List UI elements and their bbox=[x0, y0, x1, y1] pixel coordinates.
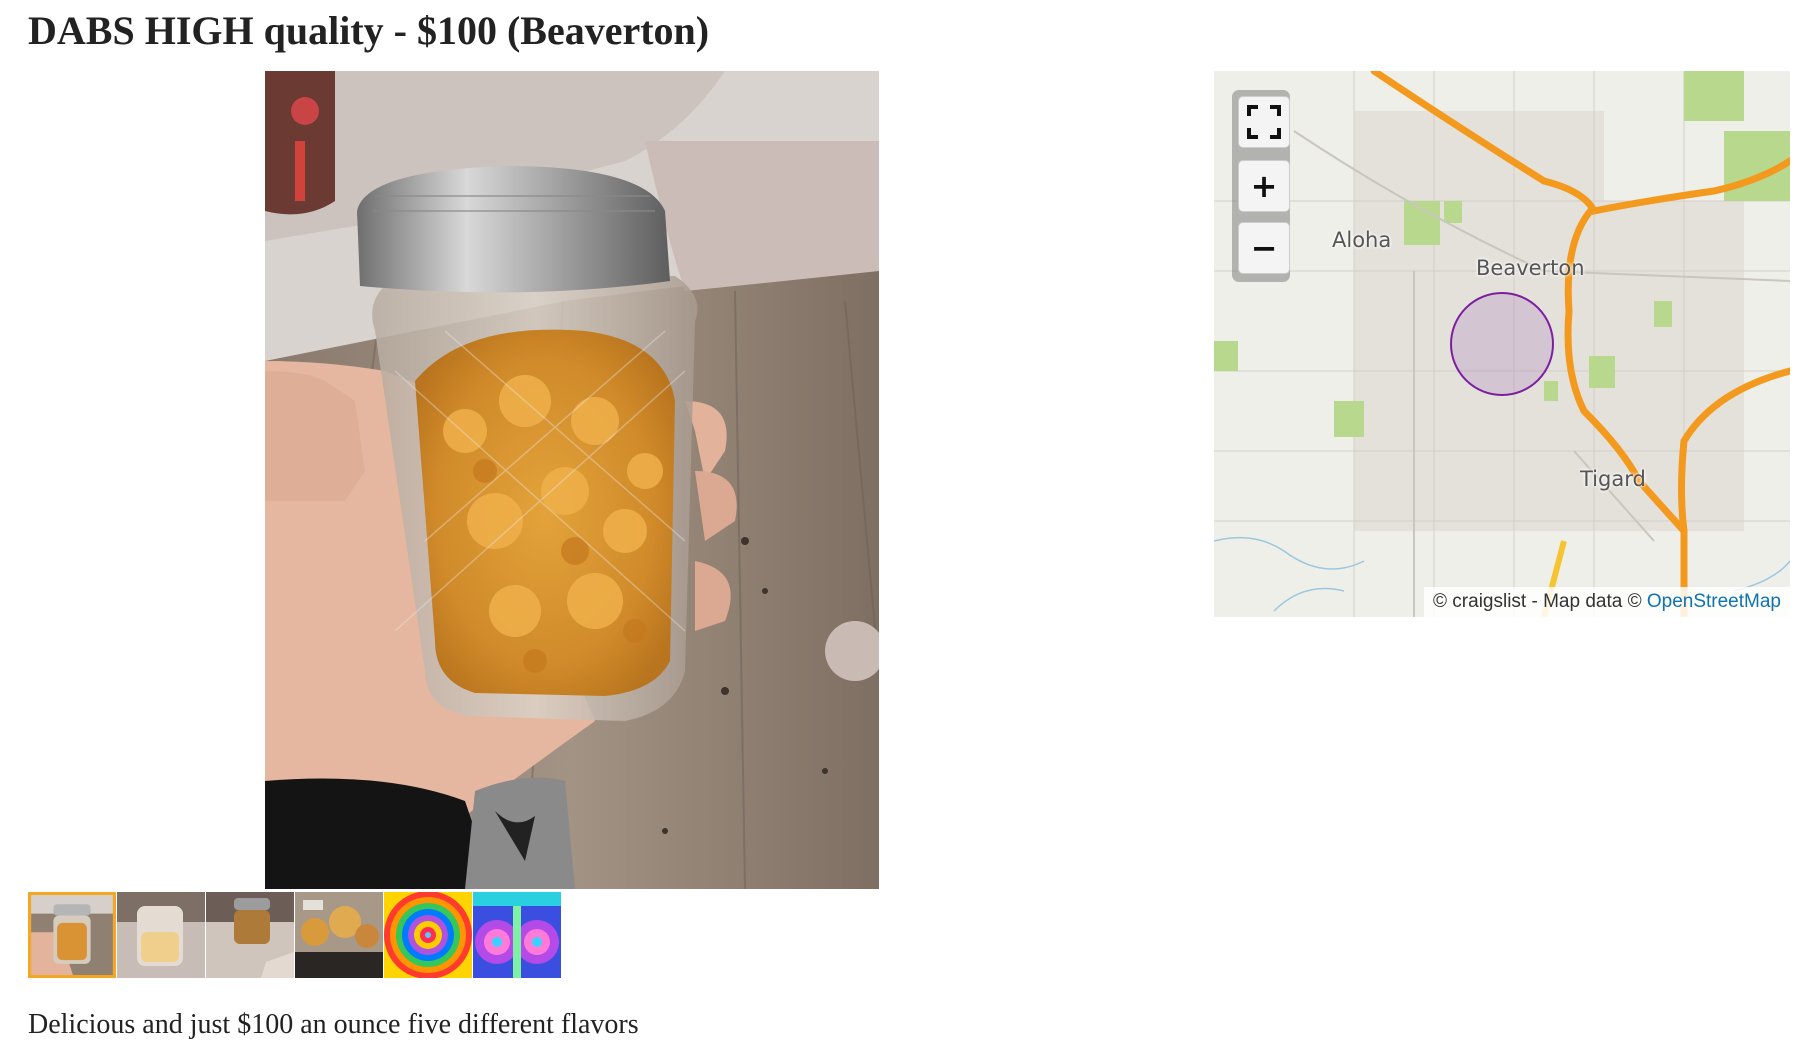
attribution-text: © craigslist - Map data © bbox=[1433, 591, 1647, 612]
thumbnail-3[interactable] bbox=[206, 892, 294, 978]
location-map[interactable]: Aloha Beaverton Tigard + − © craigslist … bbox=[1214, 71, 1790, 617]
fullscreen-button[interactable] bbox=[1238, 96, 1290, 148]
thumbnail-2[interactable] bbox=[117, 892, 205, 978]
fullscreen-icon bbox=[1247, 105, 1281, 139]
thumbnail-strip bbox=[28, 892, 562, 978]
map-label-beaverton: Beaverton bbox=[1476, 256, 1585, 280]
openstreetmap-link[interactable]: OpenStreetMap bbox=[1647, 591, 1781, 612]
thumbnail-4[interactable] bbox=[295, 892, 383, 978]
map-attribution: © craigslist - Map data © OpenStreetMap bbox=[1424, 587, 1790, 617]
map-controls: + − bbox=[1232, 90, 1290, 282]
map-label-tigard: Tigard bbox=[1580, 467, 1646, 491]
jar-table-photo-thumb-image bbox=[206, 892, 294, 978]
psychedelic-swirl-thumb-image bbox=[473, 892, 561, 978]
posting-description: Delicious and just $100 an ounce five di… bbox=[28, 1009, 639, 1040]
posting-title: DABS HIGH quality - $100 (Beaverton) bbox=[28, 8, 710, 53]
thumbnail-6[interactable] bbox=[473, 892, 561, 978]
jars-group-photo-thumb-image bbox=[295, 892, 383, 978]
psychedelic-spiral-thumb-image bbox=[384, 892, 472, 978]
jar-light-photo-thumb-image bbox=[117, 892, 205, 978]
zoom-out-button[interactable]: − bbox=[1238, 222, 1290, 274]
thumbnail-5[interactable] bbox=[384, 892, 472, 978]
map-tiles bbox=[1214, 71, 1790, 617]
zoom-in-button[interactable]: + bbox=[1238, 160, 1290, 212]
jar-photo-image bbox=[265, 71, 879, 889]
thumbnail-1[interactable] bbox=[28, 892, 116, 978]
map-label-aloha: Aloha bbox=[1332, 228, 1392, 252]
main-listing-image[interactable] bbox=[265, 71, 879, 889]
jar-photo-thumb-image bbox=[31, 895, 113, 975]
